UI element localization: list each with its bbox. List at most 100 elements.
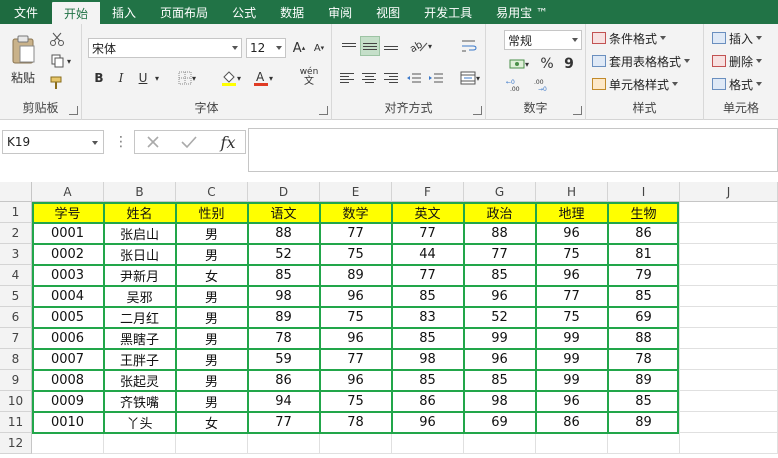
table-cell[interactable] <box>680 223 778 244</box>
table-cell[interactable]: 86 <box>608 223 680 244</box>
table-cell[interactable]: 张起灵 <box>104 370 176 391</box>
column-header-a[interactable]: A <box>32 182 104 202</box>
table-cell[interactable]: 99 <box>464 328 536 349</box>
row-header-5[interactable]: 5 <box>0 286 32 307</box>
empty-cell[interactable] <box>320 433 392 454</box>
table-cell[interactable]: 丫头 <box>104 412 176 433</box>
table-cell[interactable]: 59 <box>248 349 320 370</box>
table-cell[interactable]: 96 <box>320 370 392 391</box>
column-header-j[interactable]: J <box>680 182 778 202</box>
tab-insert[interactable]: 插入 <box>100 0 148 24</box>
header-cell[interactable]: 姓名 <box>104 202 176 223</box>
table-cell[interactable]: 女 <box>176 265 248 286</box>
row-header-11[interactable]: 11 <box>0 412 32 433</box>
empty-cell[interactable] <box>464 433 536 454</box>
table-cell[interactable]: 齐铁嘴 <box>104 391 176 412</box>
align-top-button[interactable] <box>340 36 358 56</box>
table-cell[interactable]: 0010 <box>32 412 104 433</box>
table-cell[interactable]: 0007 <box>32 349 104 370</box>
header-cell[interactable]: 语文 <box>248 202 320 223</box>
select-all-corner[interactable] <box>0 182 32 202</box>
row-header-6[interactable]: 6 <box>0 307 32 328</box>
table-cell[interactable]: 78 <box>608 349 680 370</box>
table-cell[interactable]: 85 <box>392 370 464 391</box>
column-header-b[interactable]: B <box>104 182 176 202</box>
align-left-button[interactable] <box>340 68 358 88</box>
table-cell[interactable]: 男 <box>176 328 248 349</box>
table-cell[interactable]: 0001 <box>32 223 104 244</box>
align-center-button[interactable] <box>360 68 378 88</box>
table-cell[interactable]: 75 <box>320 244 392 265</box>
table-cell[interactable]: 0006 <box>32 328 104 349</box>
underline-dropdown-icon[interactable]: ▾ <box>152 68 162 88</box>
empty-cell[interactable] <box>536 433 608 454</box>
table-cell[interactable]: 89 <box>320 265 392 286</box>
header-cell[interactable]: 数学 <box>320 202 392 223</box>
row-header-7[interactable]: 7 <box>0 328 32 349</box>
empty-cell[interactable] <box>680 433 778 454</box>
table-cell[interactable]: 99 <box>536 370 608 391</box>
clipboard-launcher-icon[interactable] <box>69 106 78 115</box>
table-cell[interactable]: 88 <box>464 223 536 244</box>
number-format-combo[interactable]: 常规 <box>504 30 582 50</box>
table-cell[interactable]: 尹新月 <box>104 265 176 286</box>
row-header-1[interactable]: 1 <box>0 202 32 223</box>
table-cell[interactable]: 78 <box>248 328 320 349</box>
row-header-8[interactable]: 8 <box>0 349 32 370</box>
format-cells-button[interactable]: 格式 <box>712 74 763 94</box>
row-header-3[interactable]: 3 <box>0 244 32 265</box>
column-header-c[interactable]: C <box>176 182 248 202</box>
fill-color-button[interactable]: ▾ <box>218 68 244 88</box>
font-size-combo[interactable]: 12 <box>246 38 286 58</box>
table-cell[interactable]: 44 <box>392 244 464 265</box>
empty-cell[interactable] <box>248 433 320 454</box>
column-header-h[interactable]: H <box>536 182 608 202</box>
tab-file[interactable]: 文件 <box>0 0 53 24</box>
align-bottom-button[interactable] <box>382 36 400 56</box>
row-header-2[interactable]: 2 <box>0 223 32 244</box>
format-as-table-button[interactable]: 套用表格格式 <box>592 51 691 71</box>
table-cell[interactable]: 男 <box>176 286 248 307</box>
table-cell[interactable]: 77 <box>464 244 536 265</box>
comma-style-button[interactable]: 9 <box>560 54 578 74</box>
insert-function-button[interactable]: fx <box>213 131 243 153</box>
table-cell[interactable]: 0008 <box>32 370 104 391</box>
table-cell[interactable]: 77 <box>536 286 608 307</box>
empty-cell[interactable] <box>32 433 104 454</box>
table-cell[interactable]: 79 <box>608 265 680 286</box>
table-cell[interactable]: 85 <box>464 265 536 286</box>
table-cell[interactable]: 女 <box>176 412 248 433</box>
merge-center-button[interactable]: ▾ <box>456 68 484 88</box>
table-cell[interactable]: 男 <box>176 370 248 391</box>
table-cell[interactable]: 0003 <box>32 265 104 286</box>
table-cell[interactable]: 88 <box>608 328 680 349</box>
column-header-e[interactable]: E <box>320 182 392 202</box>
table-cell[interactable] <box>680 391 778 412</box>
percent-button[interactable]: % <box>538 54 556 74</box>
table-cell[interactable]: 77 <box>320 349 392 370</box>
table-cell[interactable]: 75 <box>320 391 392 412</box>
table-cell[interactable]: 81 <box>608 244 680 265</box>
row-header-4[interactable]: 4 <box>0 265 32 286</box>
table-cell[interactable]: 85 <box>464 370 536 391</box>
formula-bar-grip-icon[interactable]: ⋮ <box>114 134 128 150</box>
table-cell[interactable]: 52 <box>248 244 320 265</box>
table-cell[interactable]: 98 <box>464 391 536 412</box>
wrap-text-button[interactable] <box>458 36 480 56</box>
phonetic-button[interactable]: wén 文 <box>296 66 322 88</box>
tab-home[interactable]: 开始 <box>52 2 101 24</box>
column-header-i[interactable]: I <box>608 182 680 202</box>
tab-easyuse[interactable]: 易用宝 ™ <box>484 0 560 24</box>
accounting-format-button[interactable]: ▾ <box>504 54 534 74</box>
table-cell[interactable]: 77 <box>392 223 464 244</box>
italic-button[interactable]: I <box>112 68 130 88</box>
empty-cell[interactable] <box>392 433 464 454</box>
header-cell[interactable] <box>680 202 778 223</box>
header-cell[interactable]: 政治 <box>464 202 536 223</box>
table-cell[interactable]: 52 <box>464 307 536 328</box>
decrease-font-button[interactable]: A ▾ <box>310 38 328 58</box>
table-cell[interactable]: 男 <box>176 307 248 328</box>
table-cell[interactable]: 张启山 <box>104 223 176 244</box>
table-cell[interactable]: 86 <box>248 370 320 391</box>
table-cell[interactable]: 86 <box>536 412 608 433</box>
